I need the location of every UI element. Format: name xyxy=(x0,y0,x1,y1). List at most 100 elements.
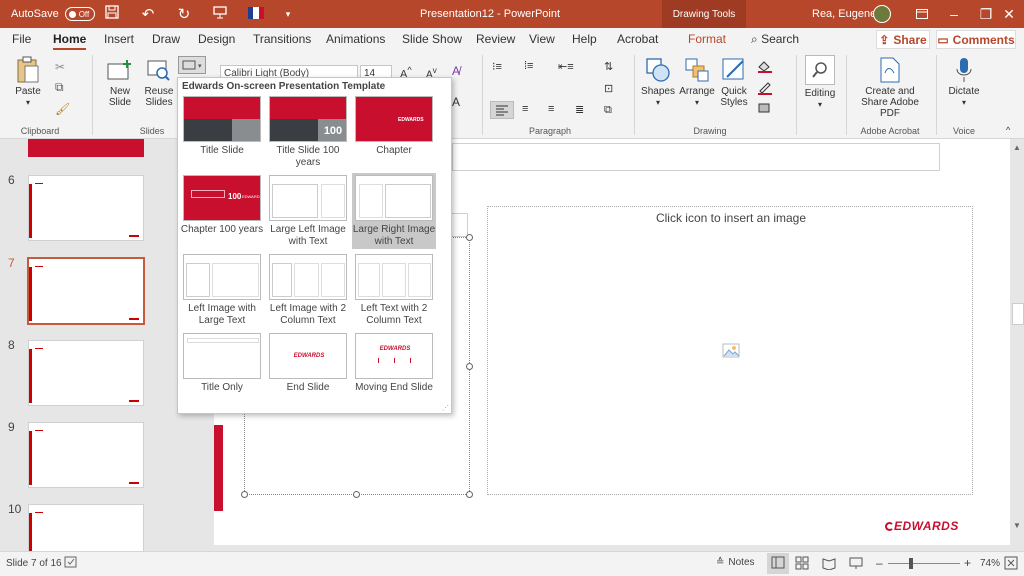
clear-format-icon[interactable]: A̸ xyxy=(452,64,466,78)
avatar[interactable] xyxy=(873,5,891,23)
slide-thumbnail-5[interactable] xyxy=(28,139,144,157)
dictate-button[interactable]: Dictate ▾ xyxy=(944,57,984,108)
search-box[interactable]: ⌕ Search xyxy=(751,28,799,51)
layout-dropdown-button[interactable]: ▾ xyxy=(178,56,206,74)
cut-icon[interactable]: ✂ xyxy=(55,60,69,74)
tab-slide-show[interactable]: Slide Show xyxy=(402,28,462,51)
layout-left-image-large-text[interactable]: Left Image with Large Text xyxy=(180,252,264,328)
minimize-icon[interactable]: – xyxy=(938,6,970,22)
undo-icon[interactable]: ↶ xyxy=(134,5,162,23)
layout-left-text-2col[interactable]: Left Text with 2 Column Text xyxy=(352,252,436,328)
shape-effects-icon[interactable] xyxy=(756,101,776,115)
numbering-icon[interactable]: ⁞≡ xyxy=(524,60,538,72)
tab-help[interactable]: Help xyxy=(572,28,597,51)
scroll-up-icon[interactable]: ▲ xyxy=(1013,143,1021,152)
tab-view[interactable]: View xyxy=(529,28,555,51)
layout-moving-end-slide[interactable]: EDWARDS Moving End Slide xyxy=(352,331,436,407)
resize-grip-icon[interactable]: ⋰ xyxy=(442,404,449,412)
notes-button[interactable]: ≙ Notes xyxy=(716,557,755,568)
copy-icon[interactable]: ⧉ xyxy=(55,80,69,94)
layout-title-slide-100[interactable]: 100 Title Slide 100 years xyxy=(266,94,350,170)
layout-chapter-100[interactable]: 100 EDWARDS Chapter 100 years xyxy=(180,173,264,249)
customize-qat-icon[interactable]: ▾ xyxy=(274,9,302,20)
user-name[interactable]: Rea, Eugene xyxy=(812,0,876,28)
shrink-font-icon[interactable]: Av xyxy=(426,65,440,80)
slide-thumbnail-6[interactable] xyxy=(28,175,144,241)
tab-file[interactable]: File xyxy=(12,28,31,51)
arrange-button[interactable]: Arrange ▾ xyxy=(678,57,716,108)
layout-title-only[interactable]: Title Only xyxy=(180,331,264,407)
layout-title-slide[interactable]: Title Slide xyxy=(180,94,264,170)
tab-animations[interactable]: Animations xyxy=(326,28,385,51)
justify-icon[interactable]: ≣ xyxy=(575,103,589,116)
autosave[interactable]: AutoSave Off xyxy=(11,0,95,28)
zoom-slider-track[interactable] xyxy=(888,563,960,564)
fit-to-window-icon[interactable] xyxy=(1004,556,1018,573)
zoom-slider-thumb[interactable] xyxy=(909,558,913,569)
tab-insert[interactable]: Insert xyxy=(104,28,134,51)
align-right-icon[interactable]: ≡ xyxy=(548,103,562,115)
layout-chapter[interactable]: EDWARDS Chapter xyxy=(352,94,436,170)
scroll-thumb[interactable] xyxy=(1012,303,1024,325)
normal-view-button[interactable] xyxy=(767,553,789,574)
flag-icon[interactable] xyxy=(242,6,270,23)
tab-home[interactable]: Home xyxy=(53,28,87,51)
align-text-icon[interactable]: ⊡ xyxy=(604,82,618,95)
char-spacing-icon[interactable]: A xyxy=(452,95,466,109)
collapse-ribbon-icon[interactable]: ^ xyxy=(1006,125,1020,137)
insert-picture-icon[interactable] xyxy=(722,343,740,362)
presenter-icon[interactable] xyxy=(206,5,234,23)
autosave-toggle[interactable]: Off xyxy=(64,7,95,21)
smartart-icon[interactable]: ⧉ xyxy=(604,104,618,116)
ribbon-display-icon[interactable] xyxy=(906,6,938,22)
new-slide-button[interactable]: New Slide xyxy=(101,57,139,108)
close-icon[interactable]: ✕ xyxy=(997,6,1021,23)
vertical-scrollbar[interactable]: ▲ ▼ xyxy=(1012,139,1024,545)
save-icon[interactable] xyxy=(98,5,126,23)
indent-icon[interactable]: ⇤≡ xyxy=(558,60,574,73)
reading-view-icon[interactable] xyxy=(822,556,836,573)
slide-thumbnail-10[interactable] xyxy=(28,504,144,551)
create-share-pdf-button[interactable]: Create and Share Adobe PDF xyxy=(850,57,930,119)
tab-review[interactable]: Review xyxy=(476,28,515,51)
spellcheck-icon[interactable] xyxy=(64,556,78,571)
slide-thumbnail-7[interactable] xyxy=(28,258,144,324)
slide-thumbnail-9[interactable] xyxy=(28,422,144,488)
share-button[interactable]: ⇪ Share xyxy=(876,30,930,49)
shapes-button[interactable]: Shapes ▾ xyxy=(640,57,676,108)
slideshow-icon[interactable] xyxy=(849,556,863,573)
tab-acrobat[interactable]: Acrobat xyxy=(617,28,658,51)
bullets-icon[interactable]: ⁝≡ xyxy=(492,60,506,73)
tab-format[interactable]: Format xyxy=(688,28,726,51)
comments-button[interactable]: ▭ Comments xyxy=(936,30,1016,49)
resize-handle[interactable] xyxy=(353,491,360,498)
align-center-icon[interactable]: ≡ xyxy=(522,103,536,115)
slide-thumbnail-8[interactable] xyxy=(28,340,144,406)
image-placeholder[interactable]: Click icon to insert an image xyxy=(487,206,973,495)
redo-icon[interactable]: ↻ xyxy=(170,5,198,23)
resize-handle[interactable] xyxy=(466,234,473,241)
tab-draw[interactable]: Draw xyxy=(152,28,180,51)
layout-left-image-2col[interactable]: Left Image with 2 Column Text xyxy=(266,252,350,328)
quick-styles-button[interactable]: Quick Styles xyxy=(716,57,752,108)
grow-font-icon[interactable]: A^ xyxy=(400,65,414,81)
resize-handle[interactable] xyxy=(241,491,248,498)
title-placeholder[interactable] xyxy=(452,143,940,171)
scroll-down-icon[interactable]: ▼ xyxy=(1013,521,1021,530)
editing-button[interactable]: Editing ▾ xyxy=(801,55,839,110)
layout-end-slide[interactable]: EDWARDS End Slide xyxy=(266,331,350,407)
layout-large-left-image[interactable]: Large Left Image with Text xyxy=(266,173,350,249)
tab-design[interactable]: Design xyxy=(198,28,235,51)
reuse-slides-button[interactable]: Reuse Slides xyxy=(142,57,176,108)
align-left-button[interactable] xyxy=(490,101,514,119)
paste-button[interactable]: Paste ▾ xyxy=(10,56,46,108)
resize-handle[interactable] xyxy=(466,363,473,370)
zoom-level[interactable]: 74% xyxy=(980,558,1000,569)
zoom-in-icon[interactable]: + xyxy=(964,556,971,570)
text-direction-icon[interactable]: ⇅ xyxy=(604,60,618,73)
shape-fill-icon[interactable] xyxy=(756,59,776,73)
zoom-out-icon[interactable]: – xyxy=(876,556,883,570)
resize-handle[interactable] xyxy=(466,491,473,498)
layout-large-right-image[interactable]: Large Right Image with Text xyxy=(352,173,436,249)
tab-transitions[interactable]: Transitions xyxy=(253,28,311,51)
